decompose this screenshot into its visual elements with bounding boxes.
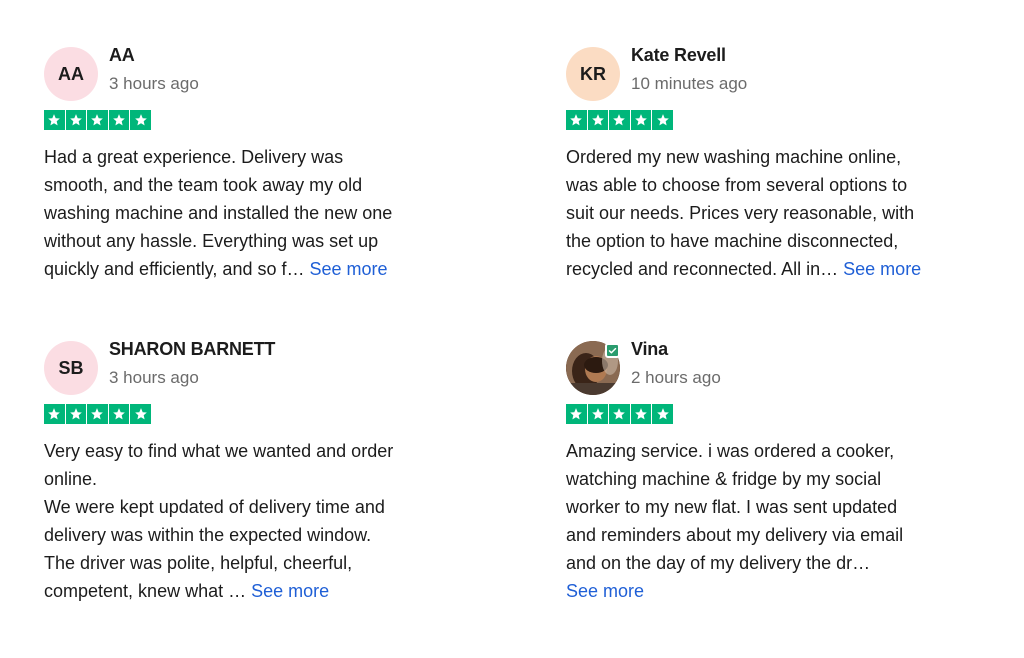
review-text-content: Amazing service. i was ordered a cooker,… [566, 441, 904, 573]
review-text: Had a great experience. Delivery was smo… [44, 143, 474, 283]
star-icon [587, 404, 609, 424]
see-more-link[interactable]: See more [251, 581, 329, 601]
see-more-link[interactable]: See more [309, 259, 387, 279]
star-icon [652, 110, 673, 130]
star-rating [44, 110, 494, 130]
star-icon [130, 404, 151, 424]
avatar[interactable]: KR [566, 47, 620, 101]
review-text: Amazing service. i was ordered a cooker,… [566, 437, 996, 605]
avatar[interactable] [566, 341, 620, 395]
star-icon [65, 110, 87, 130]
star-icon [130, 110, 151, 130]
review-text: Ordered my new washing machine online, w… [566, 143, 996, 283]
avatar[interactable]: AA [44, 47, 98, 101]
star-icon [609, 404, 630, 424]
review-text-content: Very easy to find what we wanted and ord… [44, 441, 394, 601]
star-icon [44, 110, 65, 130]
star-icon [108, 404, 130, 424]
reviewer-name[interactable]: AA [109, 44, 199, 66]
verified-check-icon [605, 343, 620, 358]
star-icon [630, 404, 652, 424]
review-time: 3 hours ago [109, 74, 199, 93]
star-icon [87, 404, 108, 424]
reviewer-name[interactable]: Vina [631, 338, 721, 360]
see-more-link[interactable]: See more [566, 581, 644, 601]
review-card: Vina 2 hours ago Amazing service. i was … [566, 338, 1016, 605]
star-icon [65, 404, 87, 424]
reviewer-meta: Kate Revell 10 minutes ago [631, 44, 747, 94]
review-header: SB SHARON BARNETT 3 hours ago [44, 338, 494, 404]
review-text: Very easy to find what we wanted and ord… [44, 437, 474, 605]
review-header: KR Kate Revell 10 minutes ago [566, 44, 1016, 110]
star-icon [587, 110, 609, 130]
review-card: KR Kate Revell 10 minutes ago Ordered my… [566, 44, 1016, 283]
star-icon [609, 110, 630, 130]
review-time: 2 hours ago [631, 368, 721, 387]
star-rating [566, 110, 1016, 130]
review-time: 3 hours ago [109, 368, 199, 387]
star-icon [44, 404, 65, 424]
reviewer-meta: Vina 2 hours ago [631, 338, 721, 388]
reviewer-name[interactable]: SHARON BARNETT [109, 338, 275, 360]
review-card: AA AA 3 hours ago Had a great experience… [44, 44, 494, 283]
review-header: Vina 2 hours ago [566, 338, 1016, 404]
review-time: 10 minutes ago [631, 74, 748, 93]
star-rating [44, 404, 494, 424]
reviewer-name[interactable]: Kate Revell [631, 44, 747, 66]
star-icon [566, 404, 587, 424]
star-icon [566, 110, 587, 130]
review-card: SB SHARON BARNETT 3 hours ago Very easy … [44, 338, 494, 605]
avatar[interactable]: SB [44, 341, 98, 395]
star-icon [652, 404, 673, 424]
reviewer-meta: SHARON BARNETT 3 hours ago [109, 338, 275, 388]
star-rating [566, 404, 1016, 424]
reviewer-meta: AA 3 hours ago [109, 44, 199, 94]
star-icon [108, 110, 130, 130]
star-icon [87, 110, 108, 130]
see-more-link[interactable]: See more [843, 259, 921, 279]
review-header: AA AA 3 hours ago [44, 44, 494, 110]
star-icon [630, 110, 652, 130]
